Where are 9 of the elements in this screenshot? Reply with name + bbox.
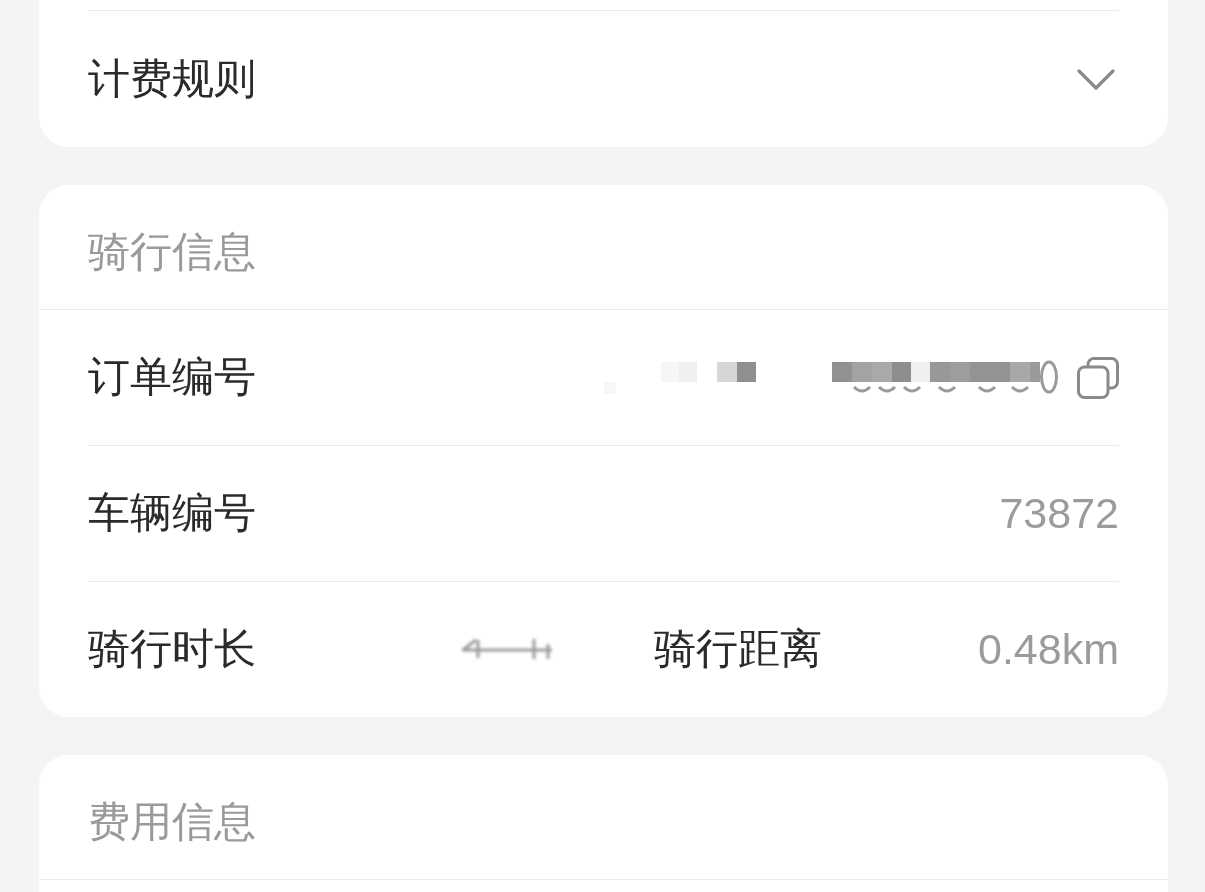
field-value: 73872 xyxy=(999,487,1119,539)
field-label: 车辆编号 xyxy=(88,488,256,539)
section-header: 骑行信息 xyxy=(88,226,256,277)
field-label: 骑行距离 xyxy=(653,624,822,675)
copy-icon[interactable] xyxy=(1077,356,1119,399)
field-value: 0.48km xyxy=(978,623,1119,675)
field-label: 骑行时长 xyxy=(88,624,256,675)
section-header: 费用信息 xyxy=(88,796,256,847)
field-label: 订单编号 xyxy=(88,352,256,403)
